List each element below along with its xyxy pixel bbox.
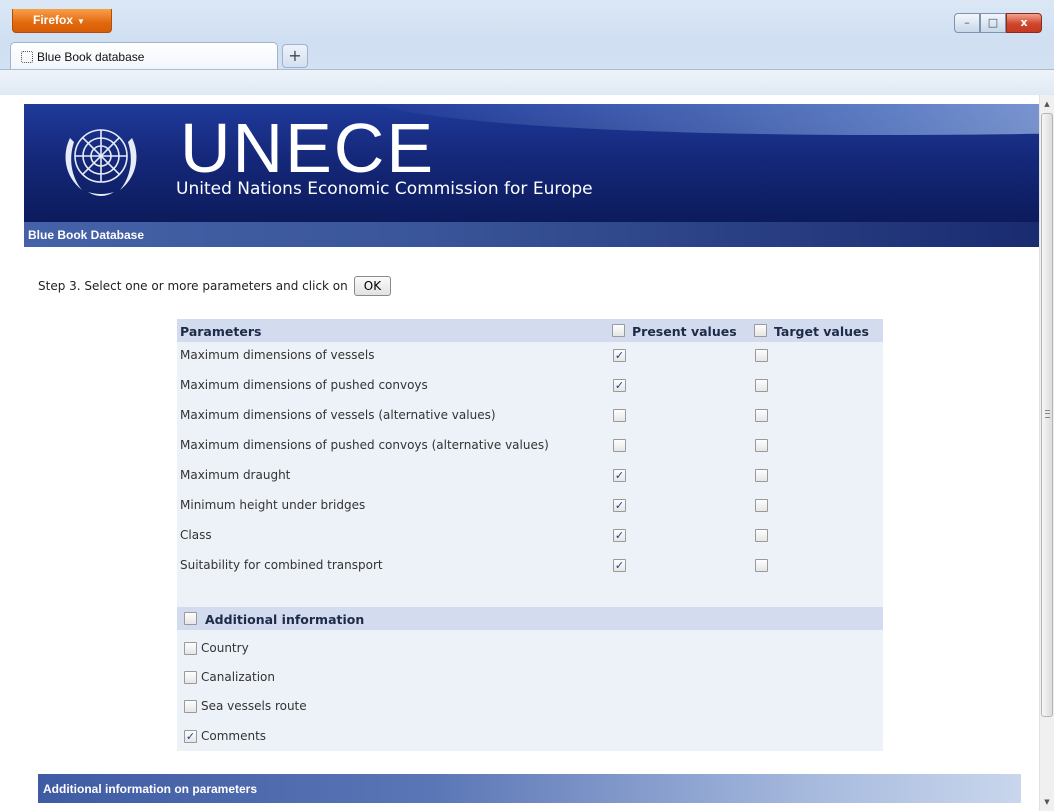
un-emblem-icon [65,129,137,196]
new-tab-button[interactable]: + [282,44,308,68]
scroll-down-arrow-icon[interactable]: ▼ [1040,795,1054,809]
parameter-label: Class [180,528,212,542]
scroll-up-arrow-icon[interactable]: ▲ [1040,97,1054,111]
present-checkbox[interactable] [613,349,626,362]
table-row: Suitability for combined transport [177,554,883,576]
table-row: Maximum dimensions of vessels [177,344,883,366]
page-icon [21,51,33,63]
canalization-checkbox[interactable] [184,671,197,684]
section-title-bar: Blue Book Database [24,222,1039,247]
table-row: Maximum dimensions of pushed convoys [177,374,883,396]
table-row: Maximum dimensions of pushed convoys (al… [177,434,883,456]
present-checkbox[interactable] [613,559,626,572]
parameter-label: Maximum draught [180,468,291,482]
target-checkbox[interactable] [755,349,768,362]
page-content: UNECE United Nations Economic Commission… [0,96,1039,811]
browser-chrome: Firefox ▼ – □ x Blue Book database + [0,0,1054,95]
parameter-label: Suitability for combined transport [180,558,383,572]
table-header-row: Parameters Present values Target values [177,319,883,342]
target-checkbox[interactable] [755,529,768,542]
comments-label: Comments [201,729,267,743]
country-checkbox[interactable] [184,642,197,655]
target-all-checkbox[interactable] [754,324,767,337]
target-checkbox[interactable] [755,559,768,572]
list-item: Canalization [177,666,883,688]
minimize-button[interactable]: – [954,13,980,33]
present-all-checkbox[interactable] [612,324,625,337]
additional-info-parameters-bar[interactable]: Additional information on parameters [38,774,1021,803]
tab-title: Blue Book database [37,50,145,64]
present-checkbox[interactable] [613,499,626,512]
list-item: Sea vessels route [177,695,883,717]
minimize-icon: – [964,16,970,29]
unece-tagline: United Nations Economic Commission for E… [176,179,593,199]
parameters-table: Parameters Present values Target values … [177,319,883,751]
firefox-menu-button[interactable]: Firefox ▼ [12,9,112,33]
target-checkbox[interactable] [755,469,768,482]
parameter-label: Maximum dimensions of vessels (alternati… [180,408,496,422]
window-controls: – □ x [954,13,1042,33]
present-checkbox[interactable] [613,439,626,452]
parameter-label: Maximum dimensions of vessels [180,348,375,362]
additional-info-title: Additional information [205,612,365,627]
target-checkbox[interactable] [755,499,768,512]
maximize-button[interactable]: □ [980,13,1006,33]
ok-button[interactable]: OK [353,276,392,296]
present-checkbox[interactable] [613,469,626,482]
table-row: Maximum dimensions of vessels (alternati… [177,404,883,426]
step-instruction: Step 3. Select one or more parameters an… [38,276,392,296]
plus-icon: + [288,46,302,65]
list-item: Country [177,637,883,659]
additional-info-parameters-title: Additional information on parameters [43,782,258,796]
section-title: Blue Book Database [28,228,145,242]
sea-vessels-route-label: Sea vessels route [201,699,307,713]
comments-checkbox[interactable] [184,730,197,743]
step-text: Step 3. Select one or more parameters an… [38,279,348,293]
close-window-button[interactable]: x [1006,13,1042,33]
table-row: Minimum height under bridges [177,494,883,516]
unece-banner: UNECE United Nations Economic Commission… [24,104,1039,222]
list-item: Comments [177,725,883,747]
present-values-header: Present values [632,324,737,339]
sea-vessels-route-checkbox[interactable] [184,700,197,713]
browser-tab[interactable]: Blue Book database [10,42,278,70]
present-checkbox[interactable] [613,409,626,422]
close-icon: x [1020,16,1028,29]
present-checkbox[interactable] [613,379,626,392]
chevron-down-icon: ▼ [77,17,85,26]
present-checkbox[interactable] [613,529,626,542]
table-row: Class [177,524,883,546]
parameter-label: Minimum height under bridges [180,498,366,512]
additional-all-checkbox[interactable] [184,612,197,625]
target-values-header: Target values [774,324,869,339]
firefox-menu-label: Firefox [33,13,74,27]
country-label: Country [201,641,249,655]
unece-logo-text: UNECE [180,109,436,187]
parameter-label: Maximum dimensions of pushed convoys (al… [180,438,549,452]
scroll-thumb[interactable] [1041,113,1053,717]
parameters-header: Parameters [180,324,262,339]
additional-info-header-row: Additional information [177,607,883,630]
grip-icon [1045,410,1050,418]
canalization-label: Canalization [201,670,275,684]
toolbar-strip [0,69,1054,95]
target-checkbox[interactable] [755,409,768,422]
table-row: Maximum draught [177,464,883,486]
target-checkbox[interactable] [755,379,768,392]
vertical-scrollbar[interactable]: ▲ ▼ [1039,95,1054,811]
parameter-label: Maximum dimensions of pushed convoys [180,378,428,392]
maximize-icon: □ [987,16,999,29]
banner-swoosh [353,104,1039,160]
target-checkbox[interactable] [755,439,768,452]
